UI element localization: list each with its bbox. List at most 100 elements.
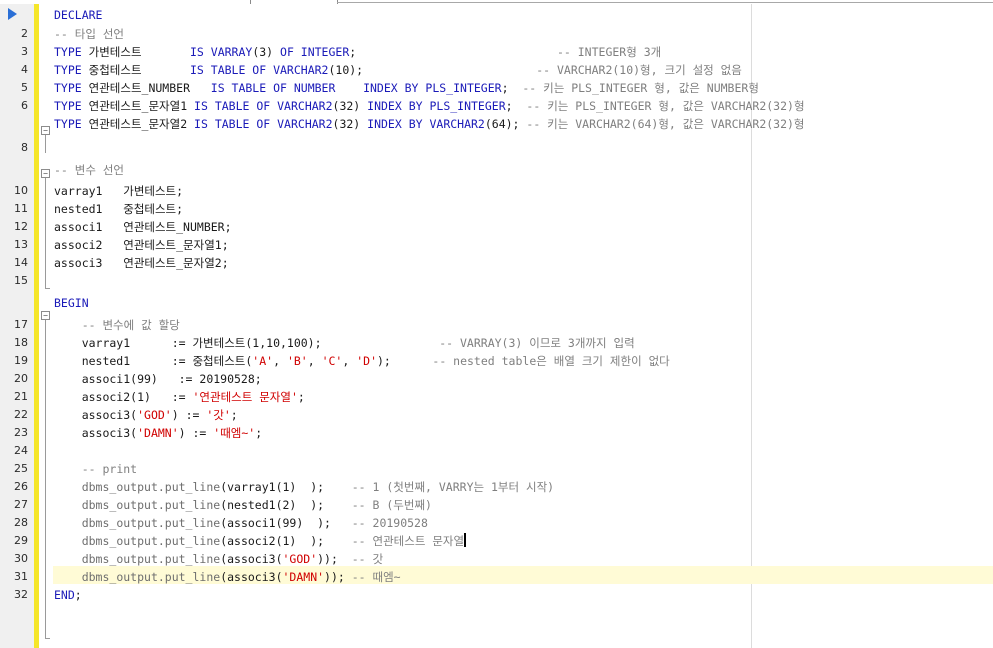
- code-token: 'DAMN': [137, 426, 179, 440]
- code-token: 연관테스트_문자열1: [88, 99, 195, 113]
- code-token: associ3(: [54, 426, 138, 440]
- code-token: IS TABLE OF VARCHAR2: [194, 117, 333, 131]
- line-number: 18: [14, 336, 28, 349]
- code-token: -- 변수에 값 할당: [81, 318, 180, 332]
- code-line[interactable]: dbms_output.put_line(associ3('GOD')); --…: [54, 550, 383, 568]
- code-token: INDEX BY PLS_INTEGER: [367, 99, 506, 113]
- code-line[interactable]: dbms_output.put_line(nested1(2) ); -- B …: [54, 496, 432, 514]
- code-token: 'DAMN': [282, 570, 325, 584]
- code-line[interactable]: varray1 := 가변테스트(1,10,100); -- VARRAY(3)…: [54, 334, 635, 352]
- line-number: 14: [14, 256, 28, 269]
- code-line[interactable]: TYPE 연관테스트_문자열1 IS TABLE OF VARCHAR2(32)…: [54, 97, 805, 115]
- code-line[interactable]: -- 타입 선언: [54, 25, 124, 43]
- code-line[interactable]: associ1 연관테스트_NUMBER;: [54, 218, 232, 236]
- code-token: -- 1 (첫번째, VARRY는 1부터 시작): [351, 480, 555, 494]
- code-line[interactable]: nested1 중첩테스트;: [54, 200, 183, 218]
- line-number: 12: [14, 220, 28, 233]
- sql-code-editor[interactable]: 2 3 4 5 6 8 10 11 12 13 14 15 17 18 19 20 21 22 23 24 25 26 27…: [0, 0, 993, 648]
- code-line[interactable]: -- 변수 선언: [54, 161, 124, 179]
- code-line[interactable]: -- print: [54, 460, 137, 478]
- fold-minus-icon[interactable]: −: [41, 126, 50, 135]
- code-line[interactable]: nested1 := 중첩테스트('A', 'B', 'C', 'D'); --…: [54, 352, 670, 370]
- code-token: (associ3(: [220, 570, 283, 584]
- line-number: 28: [14, 516, 28, 529]
- line-number: 2: [21, 27, 28, 40]
- code-token: IS TABLE OF VARCHAR2: [190, 63, 329, 77]
- code-line[interactable]: varray1 가변테스트;: [54, 182, 183, 200]
- code-token: ;: [74, 588, 82, 602]
- line-number: 30: [14, 552, 28, 565]
- line-number: 24: [14, 444, 28, 457]
- line-number: 31: [14, 570, 28, 583]
- fold-guide-end: [45, 288, 50, 289]
- code-token: dbms_output.put_line: [81, 498, 221, 512]
- code-token: END: [54, 588, 75, 602]
- code-token: BEGIN: [54, 296, 89, 310]
- code-token: TYPE: [54, 117, 89, 131]
- line-number: 20: [14, 372, 28, 385]
- code-token: 'A': [252, 354, 274, 368]
- line-number: 22: [14, 408, 28, 421]
- line-number: 15: [14, 274, 28, 287]
- code-token: IS VARRAY: [190, 45, 253, 59]
- code-token: TYPE: [54, 45, 89, 59]
- code-line[interactable]: TYPE 중첩테스트 IS TABLE OF VARCHAR2(10); -- …: [54, 61, 742, 79]
- code-token: nested1 := 중첩테스트(: [54, 354, 253, 368]
- code-line[interactable]: DECLARE: [54, 6, 102, 24]
- line-number: 32: [14, 588, 28, 601]
- code-line[interactable]: BEGIN: [54, 294, 89, 312]
- code-token: -- 키는 PLS_INTEGER 형, 값은 NUMBER형: [522, 81, 759, 95]
- code-token: );: [377, 354, 433, 368]
- line-number: 4: [21, 63, 28, 76]
- code-line[interactable]: associ1(99) := 20190528;: [54, 370, 262, 388]
- play-triangle-icon[interactable]: [8, 8, 17, 20]
- code-token: (associ1(99) );: [220, 516, 352, 530]
- code-token: ;: [255, 426, 263, 440]
- code-line[interactable]: dbms_output.put_line(associ2(1) ); -- 연관…: [54, 532, 466, 550]
- tab-edge: [250, 0, 251, 4]
- code-token: 'C': [321, 354, 343, 368]
- code-line[interactable]: END;: [54, 586, 82, 604]
- code-line[interactable]: dbms_output.put_line(associ3('DAMN')); -…: [54, 568, 401, 586]
- code-line[interactable]: associ3 연관테스트_문자열2;: [54, 254, 229, 272]
- code-line[interactable]: TYPE 연관테스트_문자열2 IS TABLE OF VARCHAR2(32)…: [54, 115, 805, 133]
- line-number: 19: [14, 354, 28, 367]
- code-token: OF INTEGER: [280, 45, 350, 59]
- code-line[interactable]: associ2(1) := '연관테스트 문자열';: [54, 388, 305, 406]
- code-token: '연관테스트 문자열': [192, 390, 298, 404]
- code-token: ,: [273, 354, 287, 368]
- code-line[interactable]: dbms_output.put_line(associ1(99) ); -- 2…: [54, 514, 428, 532]
- code-line[interactable]: associ2 연관테스트_문자열1;: [54, 236, 229, 254]
- code-token: (nested1(2) );: [220, 498, 352, 512]
- code-line[interactable]: associ3('GOD') := '갓';: [54, 406, 238, 424]
- line-number: 25: [14, 462, 28, 475]
- code-token: ;: [501, 81, 523, 95]
- line-number: 3: [21, 45, 28, 58]
- code-line[interactable]: -- 변수에 값 할당: [54, 316, 180, 334]
- code-token: 'D': [356, 354, 377, 368]
- code-token: ;: [297, 390, 305, 404]
- code-token: '갓': [206, 408, 231, 422]
- code-line[interactable]: dbms_output.put_line(varray1(1) ); -- 1 …: [54, 478, 554, 496]
- code-token: associ1(99) := 20190528;: [54, 372, 262, 386]
- code-token: TYPE: [54, 99, 89, 113]
- code-token: 연관테스트_NUMBER: [88, 81, 211, 95]
- code-token: 'GOD': [282, 552, 318, 566]
- code-token: IS TABLE OF VARCHAR2: [194, 99, 333, 113]
- code-token: dbms_output.put_line: [81, 534, 221, 548]
- fold-minus-icon[interactable]: −: [41, 311, 50, 320]
- fold-minus-icon[interactable]: −: [41, 169, 50, 178]
- code-token: (64);: [484, 117, 527, 131]
- code-token: -- B (두번째): [351, 498, 432, 512]
- code-line[interactable]: associ3('DAMN') := '때엠~';: [54, 424, 262, 442]
- code-token: INDEX BY VARCHAR2: [367, 117, 485, 131]
- code-token: 'GOD': [137, 408, 172, 422]
- code-token: -- 변수 선언: [54, 163, 125, 177]
- line-number: 21: [14, 390, 28, 403]
- code-token: associ2(1) :=: [54, 390, 193, 404]
- code-line[interactable]: TYPE 가변테스트 IS VARRAY(3) OF INTEGER; -- I…: [54, 43, 661, 61]
- code-line[interactable]: TYPE 연관테스트_NUMBER IS TABLE OF NUMBER IND…: [54, 79, 759, 97]
